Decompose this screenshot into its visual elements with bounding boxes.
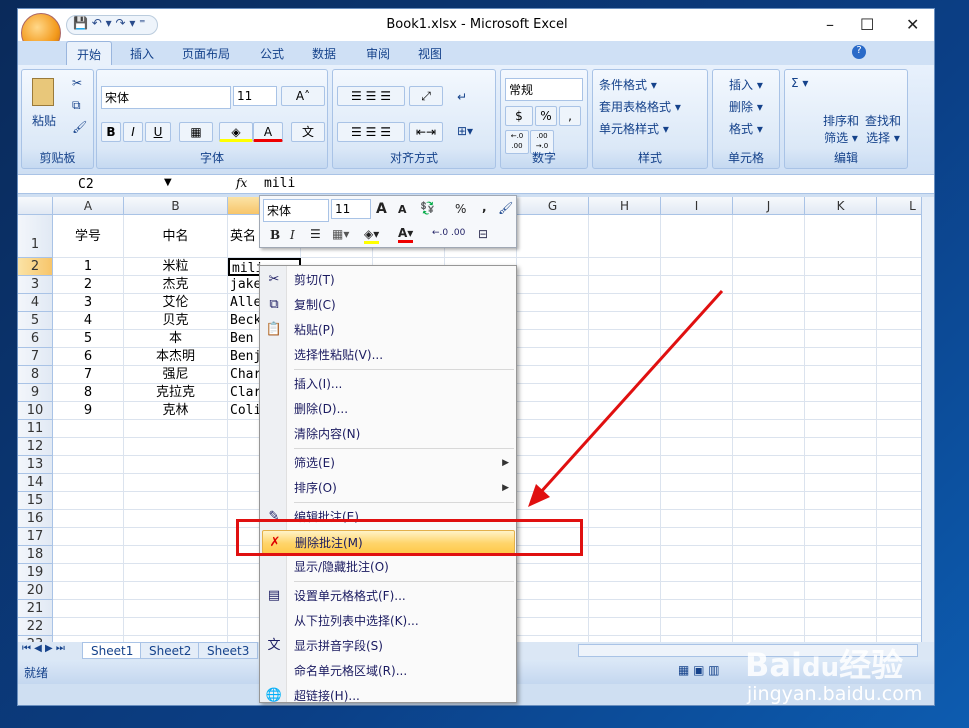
watermark-url: jingyan.baidu.com [747, 683, 923, 705]
annotation-arrow [528, 289, 724, 507]
baidu-watermark: Baidu经验 [745, 646, 904, 684]
arrow-line [538, 289, 724, 495]
